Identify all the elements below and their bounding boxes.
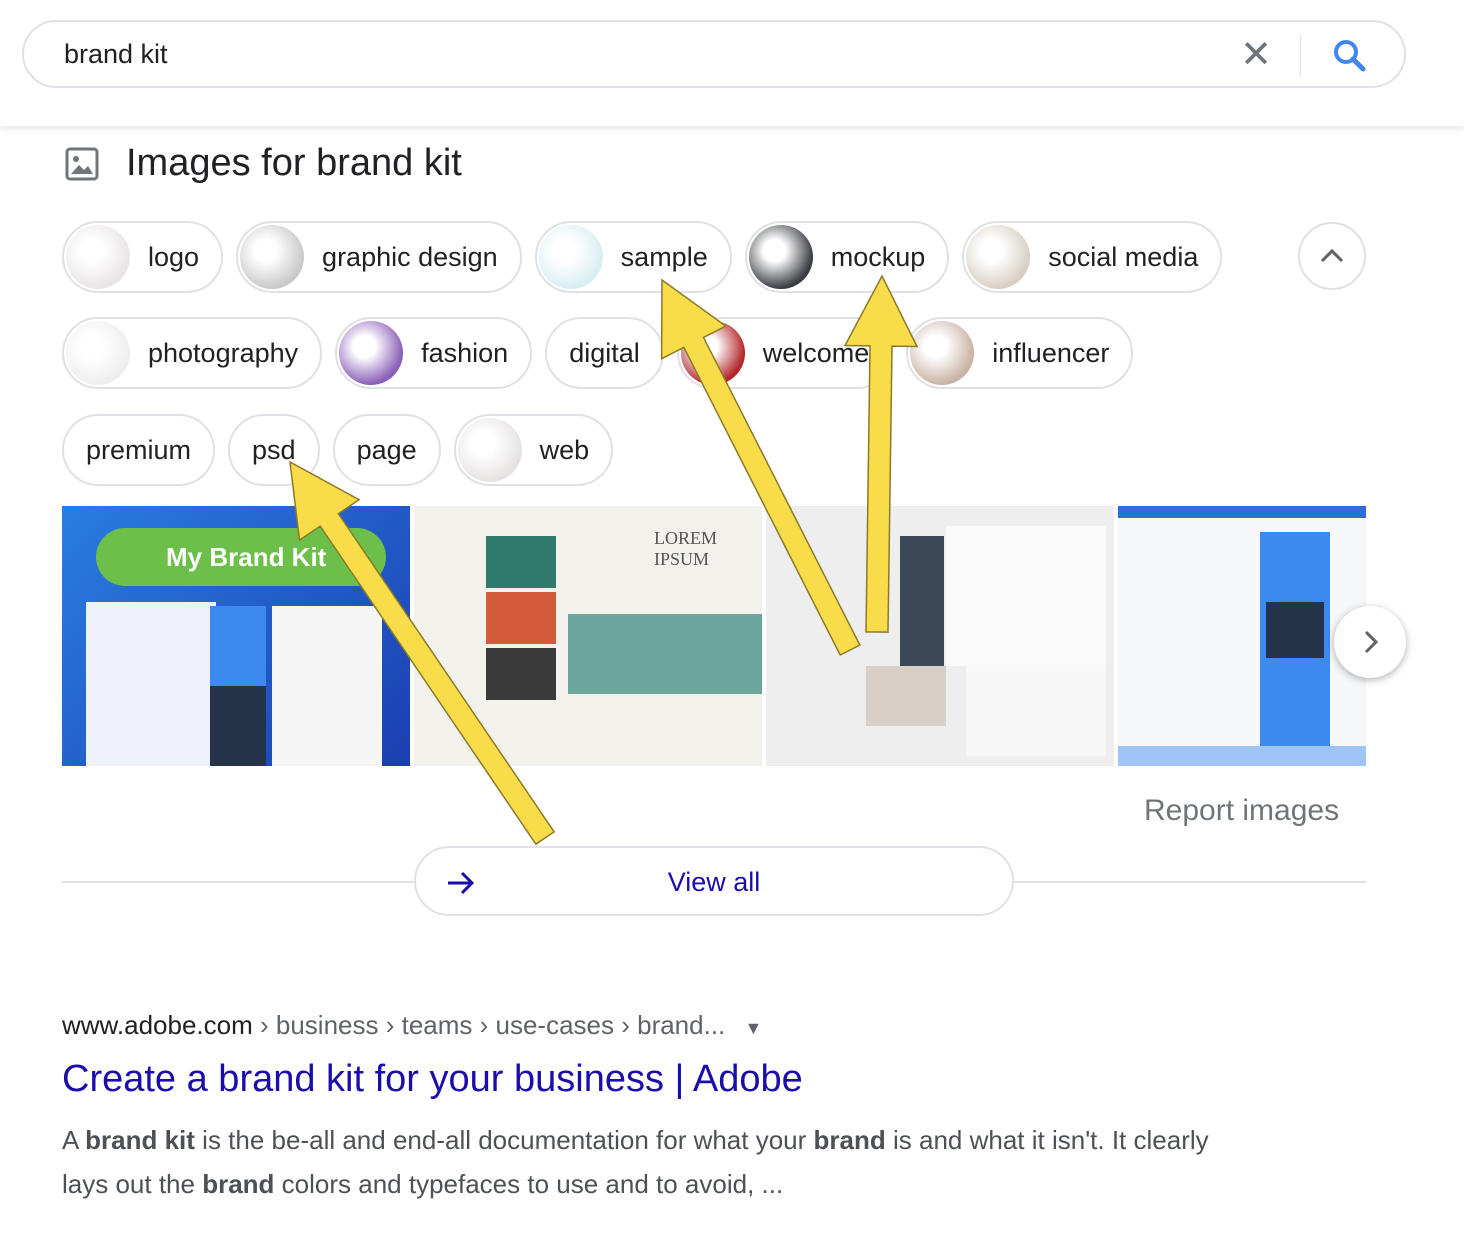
chip-label: page (356, 434, 417, 465)
chip-logo[interactable]: logo (62, 221, 224, 293)
chip-digital[interactable]: digital (545, 317, 664, 389)
chip-label: social media (1048, 241, 1199, 272)
chip-graphic-design[interactable]: graphic design (236, 221, 522, 293)
chip-label: web (539, 434, 590, 465)
chip-label: premium (86, 434, 192, 465)
chip-premium[interactable]: premium (62, 414, 216, 486)
images-header: Images for brand kit (64, 142, 462, 185)
chip-psd[interactable]: psd (228, 414, 320, 486)
images-title: Images for brand kit (126, 142, 462, 184)
chip-label: photography (148, 337, 299, 368)
result-host: www.adobe.com (62, 1010, 253, 1040)
chip-mockup[interactable]: mockup (744, 221, 950, 293)
chip-label: sample (620, 241, 708, 272)
chip-thumbnail (66, 225, 130, 289)
search-header: ✕ (0, 0, 1464, 126)
chip-fashion[interactable]: fashion (335, 317, 533, 389)
view-all-label: View all (667, 867, 761, 897)
snippet-bold-term: brand (813, 1125, 886, 1155)
snippet-bold-term: brand kit (85, 1125, 195, 1155)
chip-label: psd (252, 434, 296, 465)
chip-web[interactable]: web (453, 414, 614, 486)
next-images-button[interactable] (1334, 606, 1406, 678)
snippet-bold-term: brand (202, 1169, 275, 1199)
chevron-right-icon (1364, 630, 1379, 654)
image-overlay-text: My Brand Kit (96, 528, 386, 586)
caret-down-icon[interactable]: ▼ (745, 1018, 763, 1038)
report-images-link[interactable]: Report images (1144, 794, 1339, 828)
divider (1300, 34, 1301, 76)
search-box: ✕ (22, 20, 1406, 88)
chevron-up-icon (1320, 248, 1344, 263)
chip-label: welcome (762, 337, 870, 368)
snippet-text: A (62, 1125, 86, 1155)
result-path: › business › teams › use-cases › brand..… (252, 1010, 726, 1040)
divider (1012, 881, 1366, 883)
chip-photography[interactable]: photography (62, 317, 323, 389)
divider (62, 881, 416, 883)
chip-thumbnail (66, 321, 130, 385)
chip-influencer[interactable]: influencer (906, 317, 1134, 389)
image-result[interactable] (766, 506, 1114, 766)
chip-page[interactable]: page (332, 414, 441, 486)
chip-row: logo graphic design sample mockup social med… (62, 221, 1223, 293)
result-snippet: A brand kit is the be-all and end-all do… (62, 1118, 1242, 1206)
chip-label: mockup (830, 241, 926, 272)
chip-sample[interactable]: sample (534, 221, 732, 293)
chip-row: premium psd page web (62, 414, 614, 486)
chip-welcome[interactable]: welcome (676, 317, 894, 389)
breadcrumb: www.adobe.com › business › teams › use-c… (62, 1010, 762, 1041)
image-overlay-text: LOREM IPSUM (654, 528, 717, 569)
chip-label: graphic design (322, 241, 498, 272)
image-result[interactable]: LOREM IPSUM (414, 506, 762, 766)
chip-thumbnail (538, 225, 603, 289)
result-title-link[interactable]: Create a brand kit for your business | A… (62, 1058, 803, 1101)
chip-social-media[interactable]: social media (962, 221, 1223, 293)
chip-row: photography fashion digital welcome influenc… (62, 317, 1134, 389)
chip-thumbnail (966, 225, 1031, 289)
search-input[interactable] (64, 36, 1164, 72)
chip-label: digital (569, 337, 640, 368)
image-result[interactable]: My Brand Kit (62, 506, 410, 766)
chip-thumbnail (339, 321, 404, 385)
chip-thumbnail (457, 418, 522, 482)
search-icon[interactable] (1328, 34, 1372, 78)
image-result[interactable] (1118, 506, 1366, 766)
chip-label: fashion (421, 337, 509, 368)
collapse-chips-button[interactable] (1298, 222, 1366, 290)
chip-thumbnail (240, 225, 305, 289)
chip-label: influencer (992, 337, 1110, 368)
chip-label: logo (148, 241, 200, 272)
view-all-button[interactable]: View all (414, 846, 1014, 916)
close-icon[interactable]: ✕ (1236, 36, 1276, 76)
chip-thumbnail (910, 321, 975, 385)
chip-thumbnail (680, 321, 745, 385)
snippet-text: colors and typefaces to use and to avoid… (274, 1169, 784, 1199)
snippet-text: is the be-all and end-all documentation … (194, 1125, 814, 1155)
image-icon (65, 147, 99, 180)
chip-thumbnail (748, 225, 813, 289)
